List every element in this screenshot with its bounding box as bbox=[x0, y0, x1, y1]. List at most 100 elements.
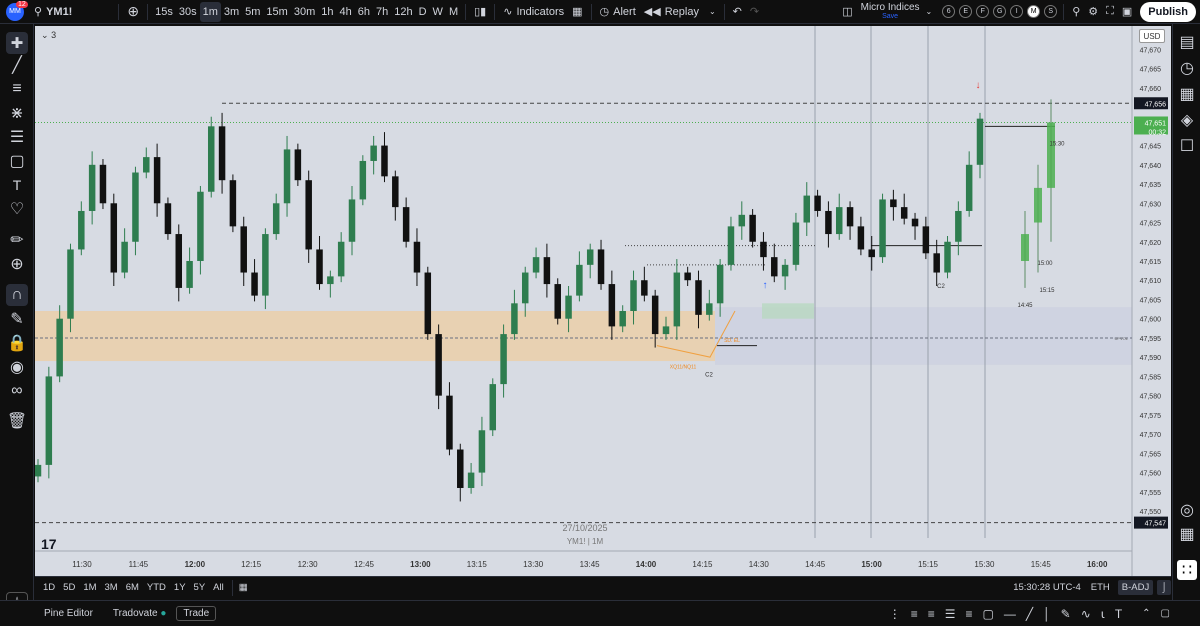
interval-1m[interactable]: 1m bbox=[199, 1, 221, 22]
horizontal-line-icon[interactable]: — bbox=[1004, 607, 1016, 621]
range-6m[interactable]: 6M bbox=[122, 582, 143, 593]
link-tool[interactable]: ∞ bbox=[6, 380, 28, 402]
interval-w[interactable]: W bbox=[430, 2, 446, 22]
interval-4h[interactable]: 4h bbox=[336, 2, 354, 22]
symbol-search[interactable]: ⚲ YM1! bbox=[30, 2, 76, 22]
interval-12h[interactable]: 12h bbox=[391, 2, 415, 22]
tab-trade[interactable]: Trade bbox=[176, 606, 217, 621]
legend-toggle[interactable]: ⌄ 3 bbox=[41, 30, 56, 41]
trendline-icon[interactable]: ╱ bbox=[1026, 607, 1033, 621]
path-icon[interactable]: ∿ bbox=[1081, 607, 1091, 621]
rectangle-icon[interactable]: ▢ bbox=[983, 607, 994, 621]
avatar[interactable]: MM 12 bbox=[2, 0, 28, 22]
watch-symbol-g[interactable]: G bbox=[993, 5, 1007, 18]
settings-button[interactable]: ⚙ bbox=[1084, 2, 1102, 22]
range-ytd[interactable]: YTD bbox=[143, 582, 170, 593]
interval-m[interactable]: M bbox=[446, 2, 461, 22]
interval-7h[interactable]: 7h bbox=[373, 2, 391, 22]
chart-pane[interactable]: ↓ ↑ C2 C2 XQ11/NQ11 SD. EL 14:45 15:00 15:15 15:3… bbox=[34, 26, 1171, 576]
calculator-button[interactable]: ▦ bbox=[1177, 524, 1197, 544]
range-1d[interactable]: 1D bbox=[39, 582, 59, 593]
pattern-tool[interactable]: ⋇ bbox=[6, 102, 28, 124]
fib-tool[interactable]: ≡ bbox=[6, 78, 28, 100]
interval-6h[interactable]: 6h bbox=[355, 2, 373, 22]
adjustment-toggle[interactable]: B-ADJ bbox=[1117, 580, 1154, 595]
watch-symbol-i[interactable]: I bbox=[1010, 5, 1024, 18]
watch-symbol-m[interactable]: M bbox=[1027, 5, 1041, 18]
chat-button[interactable]: ☐ bbox=[1177, 136, 1197, 156]
tab-pine-editor[interactable]: Pine Editor bbox=[44, 608, 93, 619]
fib-channel-icon[interactable]: ≡ bbox=[928, 607, 935, 621]
forecast-tool[interactable]: ☰ bbox=[6, 126, 28, 148]
range-1m[interactable]: 1M bbox=[79, 582, 100, 593]
range-5y[interactable]: 5Y bbox=[190, 582, 210, 593]
dots-icon[interactable]: ⋮ bbox=[889, 607, 901, 621]
fullscreen-button[interactable]: ⛶ bbox=[1102, 2, 1118, 22]
redo-button[interactable]: ↷ bbox=[746, 2, 763, 22]
pitchfork-icon[interactable]: ≡ bbox=[966, 607, 973, 621]
ruler-tool[interactable]: ✏ bbox=[6, 229, 28, 251]
interval-5m[interactable]: 5m bbox=[242, 2, 263, 22]
session-toggle[interactable]: ETH bbox=[1091, 582, 1110, 593]
layout-menu[interactable]: ◫ Micro Indices Save ⌄ bbox=[838, 2, 936, 22]
y-tick-label: 47,665 bbox=[1140, 67, 1162, 74]
alerts-button[interactable]: ◷ bbox=[1177, 58, 1197, 78]
watchlist-button[interactable]: ▤ bbox=[1177, 32, 1197, 52]
interval-15s[interactable]: 15s bbox=[152, 2, 176, 22]
layers-button[interactable]: ◈ bbox=[1177, 110, 1197, 130]
watch-symbol-e[interactable]: E bbox=[959, 5, 973, 18]
publish-button[interactable]: Publish bbox=[1140, 1, 1196, 22]
maximize-icon[interactable]: ▢ bbox=[1161, 608, 1170, 619]
layouts-button[interactable]: ▦ bbox=[568, 2, 586, 22]
zoom-tool[interactable]: ⊕ bbox=[6, 253, 28, 275]
range-all[interactable]: All bbox=[209, 582, 228, 593]
shapes-tool[interactable]: ▢ bbox=[6, 150, 28, 172]
watch-symbol-6[interactable]: 6 bbox=[942, 5, 956, 18]
lock-tool[interactable]: 🔒 bbox=[6, 332, 28, 354]
interval-1h[interactable]: 1h bbox=[318, 2, 336, 22]
scale-settings-button[interactable]: ⌡ bbox=[1157, 580, 1171, 595]
quick-search-button[interactable]: ⚲ bbox=[1068, 2, 1084, 22]
text-tool[interactable]: T bbox=[6, 174, 28, 196]
interval-3m[interactable]: 3m bbox=[221, 2, 242, 22]
magnet-tool[interactable]: ∩ bbox=[6, 284, 28, 306]
stay-drawing-tool[interactable]: ✎ bbox=[6, 308, 28, 330]
trendline-tool[interactable]: ╱ bbox=[6, 54, 28, 76]
vertical-line-icon[interactable]: │ bbox=[1043, 607, 1051, 621]
replay-button[interactable]: ◀◀ Replay ⌄ bbox=[640, 2, 720, 22]
remove-tool[interactable]: 🗑 bbox=[6, 410, 28, 432]
text-icon[interactable]: T bbox=[1115, 607, 1122, 621]
currency-selector[interactable]: USD bbox=[1139, 29, 1165, 43]
price-chart[interactable]: ↓ ↑ C2 C2 XQ11/NQ11 SD. EL 14:45 15:00 15:15 15:3… bbox=[34, 26, 1171, 576]
candle-body bbox=[370, 145, 377, 161]
crosshair-tool[interactable]: ✚ bbox=[6, 32, 28, 54]
snapshot-button[interactable]: ▣ bbox=[1118, 2, 1136, 22]
interval-30m[interactable]: 30m bbox=[291, 2, 318, 22]
watch-symbol-f[interactable]: F bbox=[976, 5, 990, 18]
clock-readout[interactable]: 15:30:28 UTC-4 bbox=[1013, 582, 1081, 593]
watch-symbol-s[interactable]: S bbox=[1044, 5, 1058, 18]
forecast-icon[interactable]: ☰ bbox=[945, 607, 956, 621]
alert-button[interactable]: ◷ Alert bbox=[596, 2, 640, 22]
icons-tool[interactable]: ♡ bbox=[6, 198, 28, 220]
more-apps-button[interactable]: ∷ bbox=[1177, 560, 1197, 580]
date-range-icon[interactable]: ▦ bbox=[239, 582, 248, 593]
fib-icon[interactable]: ≡ bbox=[911, 607, 918, 621]
brush-icon[interactable]: ✎ bbox=[1061, 607, 1071, 621]
range-1y[interactable]: 1Y bbox=[170, 582, 190, 593]
range-3m[interactable]: 3M bbox=[101, 582, 122, 593]
interval-30s[interactable]: 30s bbox=[176, 2, 200, 22]
indicators-button[interactable]: ∿ Indicators bbox=[499, 2, 568, 22]
chevron-up-icon[interactable]: ⌃ bbox=[1142, 608, 1150, 619]
range-5d[interactable]: 5D bbox=[59, 582, 79, 593]
compare-button[interactable]: ⊕ bbox=[123, 2, 143, 22]
tab-tradovate[interactable]: Tradovate ● bbox=[113, 608, 166, 619]
interval-d[interactable]: D bbox=[416, 2, 430, 22]
ideas-button[interactable]: ◎ bbox=[1177, 500, 1197, 520]
hide-tool[interactable]: ◉ bbox=[6, 356, 28, 378]
interval-15m[interactable]: 15m bbox=[263, 2, 290, 22]
cursor-text-icon[interactable]: ⍳ bbox=[1101, 607, 1105, 621]
chart-type-button[interactable]: ▯▮ bbox=[470, 2, 490, 22]
undo-button[interactable]: ↶ bbox=[729, 2, 746, 22]
data-window-button[interactable]: ▦ bbox=[1177, 84, 1197, 104]
